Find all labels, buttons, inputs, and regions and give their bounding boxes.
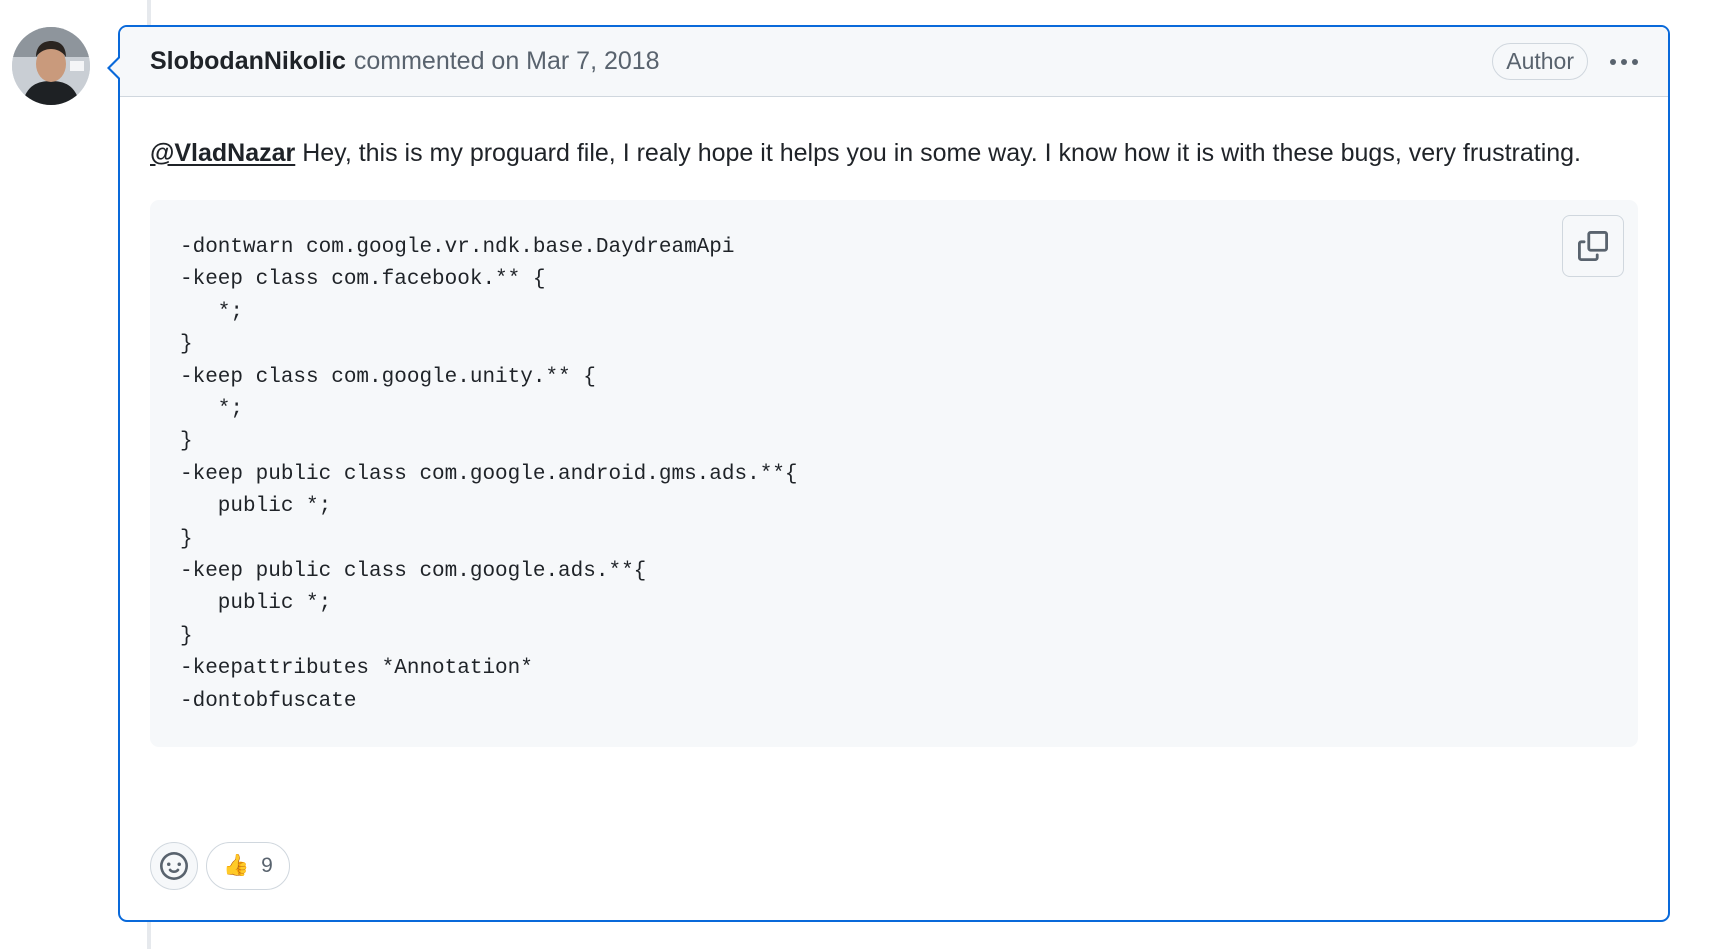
code-content: -dontwarn com.google.vr.ndk.base.Daydrea… [180,232,1608,718]
code-line: -keep class com.google.unity.** { [180,365,596,389]
code-line: -keep public class com.google.ads.**{ [180,560,647,584]
code-line: public *; [180,495,332,519]
thumbs-up-icon: 👍 [223,854,250,877]
reaction-count: 9 [261,854,273,877]
code-line: } [180,333,193,357]
kebab-dot-icon [1621,58,1627,65]
comment-body: @VladNazar Hey, this is my proguard file… [120,97,1668,747]
copy-code-button[interactable] [1562,215,1624,277]
comment-caret [107,55,121,81]
code-block: -dontwarn com.google.vr.ndk.base.Daydrea… [150,200,1638,747]
comment-text-content: Hey, this is my proguard file, I realy h… [295,139,1582,167]
avatar[interactable] [12,27,90,105]
code-line: -keep class com.facebook.** { [180,268,546,292]
avatar-image [12,27,90,105]
reaction-thumbs-up[interactable]: 👍 9 [206,842,290,890]
code-line: public *; [180,592,332,616]
code-line: -dontwarn com.google.vr.ndk.base.Daydrea… [180,236,735,259]
user-mention-link[interactable]: @VladNazar [150,139,295,167]
code-line: -keep public class com.google.android.gm… [180,462,798,486]
smiley-icon [160,852,188,880]
comment-author-link[interactable]: SlobodanNikolic [150,47,346,76]
reactions-bar: 👍 9 [150,842,290,890]
comment-options-button[interactable] [1610,58,1638,65]
comment-card: SlobodanNikolic commented on Mar 7, 2018… [107,25,1670,922]
comment-timestamp[interactable]: commented on Mar 7, 2018 [354,47,660,76]
code-line: } [180,430,193,454]
code-line: *; [180,300,244,324]
add-reaction-button[interactable] [150,842,198,890]
comment-text: @VladNazar Hey, this is my proguard file… [150,133,1638,173]
kebab-dot-icon [1610,58,1616,65]
code-line: } [180,527,193,551]
copy-icon [1578,231,1608,261]
code-line: -dontobfuscate [180,689,357,713]
code-line: -keepattributes *Annotation* [180,657,533,681]
code-line: } [180,624,193,648]
kebab-dot-icon [1632,58,1638,65]
comment-header: SlobodanNikolic commented on Mar 7, 2018… [120,27,1668,97]
author-badge: Author [1492,43,1588,80]
code-line: *; [180,398,244,422]
